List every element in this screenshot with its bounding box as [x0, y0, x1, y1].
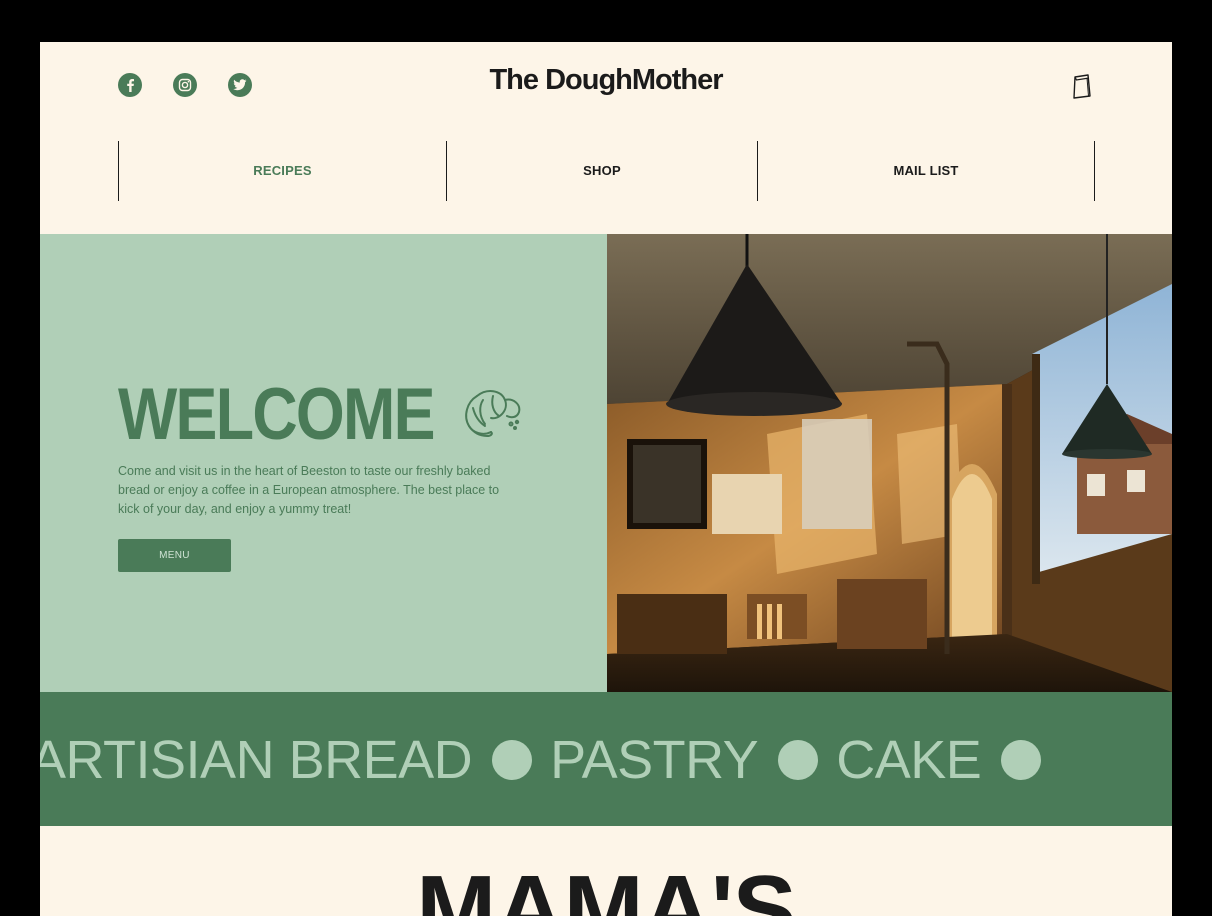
- ticker-row: ARTISIAN BREAD PASTRY CAKE: [40, 730, 1059, 790]
- ticker-item: CAKE: [836, 730, 982, 790]
- shopping-bag-icon[interactable]: [1071, 72, 1093, 105]
- menu-button[interactable]: MENU: [118, 539, 231, 572]
- cafe-interior-photo: [607, 234, 1172, 692]
- nav-item-shop[interactable]: SHOP: [447, 163, 757, 178]
- hero-description: Come and visit us in the heart of Beesto…: [118, 464, 500, 516]
- ticker-dot: [778, 740, 819, 780]
- ticker-dot: [492, 740, 533, 780]
- ticker-item: PASTRY: [550, 730, 759, 790]
- main-nav: RECIPES SHOP MAIL LIST: [118, 141, 1095, 201]
- nav-item-recipes[interactable]: RECIPES: [119, 163, 446, 178]
- ticker-item: ARTISIAN BREAD: [40, 730, 473, 790]
- hero-panel: WELCOME Come and visit us in the heart o…: [40, 234, 607, 692]
- section-heading: MAMA'S: [416, 856, 796, 916]
- brand-logo[interactable]: The DoughMother: [40, 64, 1172, 97]
- croissant-icon: [455, 386, 529, 447]
- page: The DoughMother RECIPES SHOP MAIL LIST W…: [40, 42, 1172, 916]
- ticker-dot: [1001, 740, 1042, 780]
- hero-title: WELCOME: [118, 374, 436, 455]
- category-ticker: ARTISIAN BREAD PASTRY CAKE: [40, 692, 1172, 826]
- nav-divider: [1094, 141, 1095, 201]
- nav-item-mail-list[interactable]: MAIL LIST: [758, 163, 1094, 178]
